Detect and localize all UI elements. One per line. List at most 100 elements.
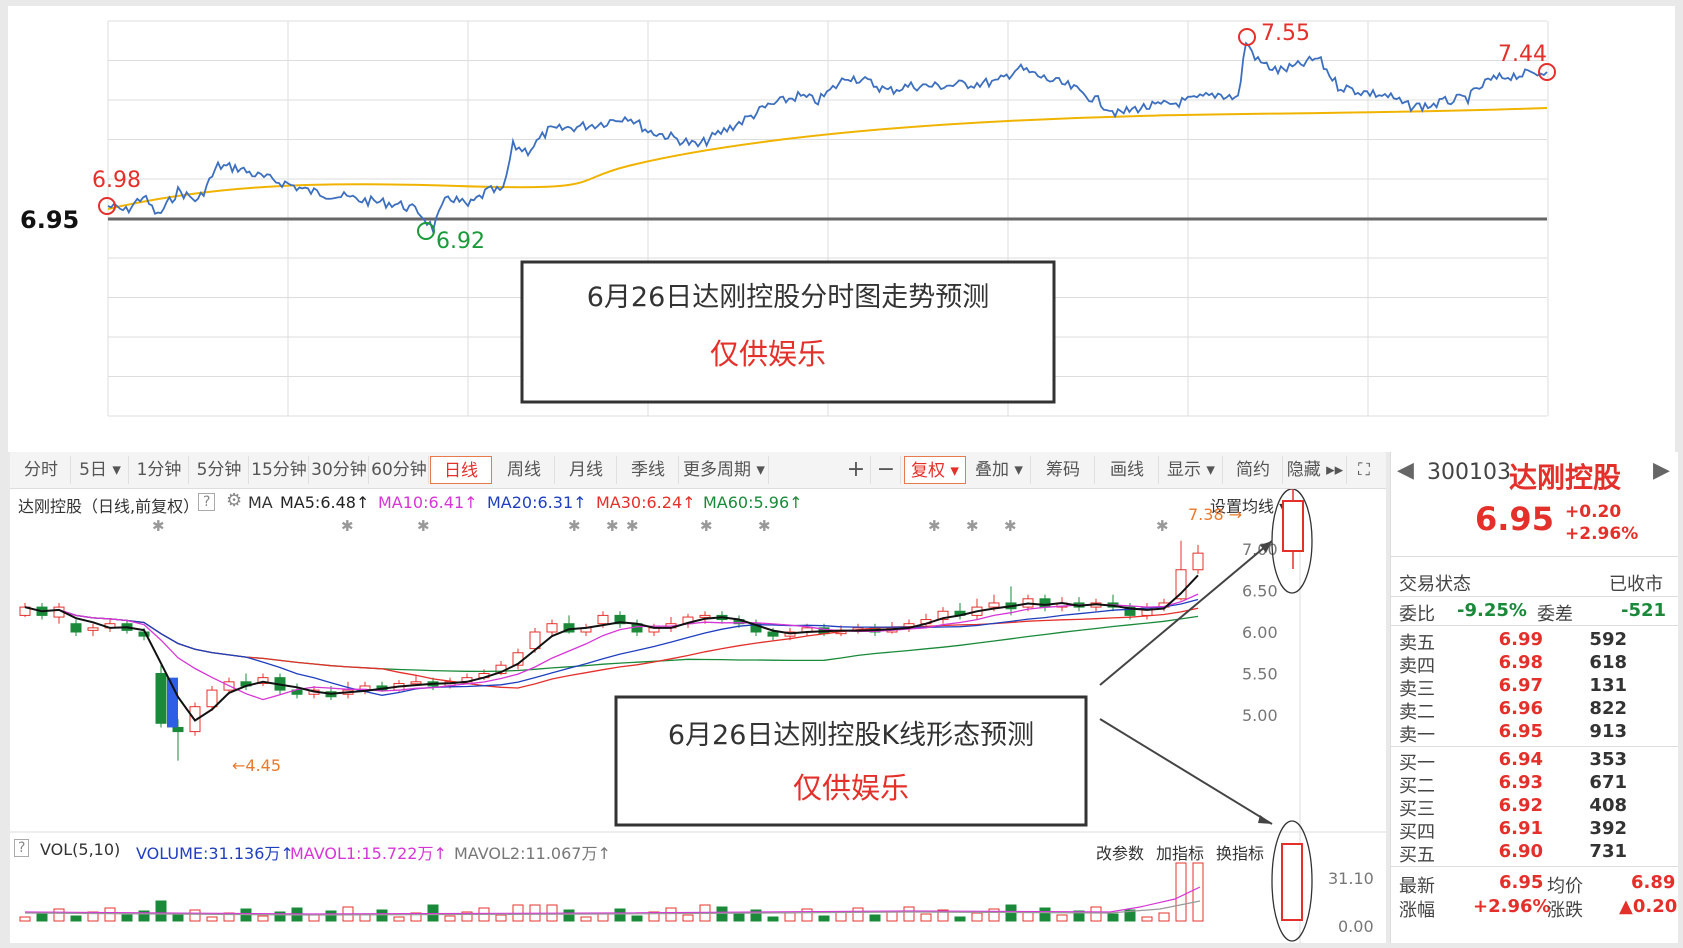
status-label: 交易状态 [1399,574,1471,595]
volume-bar [36,912,48,922]
kline-high-label: 7.38 → [1188,505,1242,524]
ask-vol: 618 [1589,652,1627,673]
chg-value: ▲0.20 [1619,896,1678,917]
tab-5day[interactable]: 5日 ▾ [72,456,129,484]
bid-price: 6.92 [1498,795,1543,816]
change-params-button[interactable]: 改参数 [1096,840,1144,864]
hide-button[interactable]: 隐藏 ▸▸ [1284,456,1347,484]
tab-60min[interactable]: 60分钟 [370,456,429,484]
volume-bar [563,909,575,922]
event-marker: ✱ [626,517,639,535]
quote-divider [1391,866,1678,867]
avg-label: 均价 [1547,876,1583,897]
weicha-value: -521 [1621,600,1667,621]
overlay-dropdown[interactable]: 叠加 ▾ [968,456,1031,484]
zoom-in-button[interactable]: + [842,456,871,484]
quote-divider [1391,625,1678,626]
ask-row: 卖五 6.99 592 [1399,629,1669,654]
tab-monthly[interactable]: 月线 [556,456,617,484]
intraday-plot: 6.98 6.92 7.55 7.44 6.95 6月26日达刚控股分时图走势预… [20,20,1556,417]
tab-quarterly[interactable]: 季线 [618,456,679,484]
fuquan-dropdown[interactable]: 复权 ▾ [904,456,966,484]
intraday-box-title: 6月26日达刚控股分时图走势预测 [587,282,990,313]
volume-bar [1158,912,1170,922]
ask-row: 卖三 6.97 131 [1399,675,1669,700]
quote-divider [1391,596,1678,597]
tab-weekly[interactable]: 周线 [494,456,555,484]
candle-body [155,673,167,724]
switch-indicator-button[interactable]: 换指标 [1216,840,1264,864]
stock-code: 300103 [1427,460,1511,485]
mavol2-value: MAVOL2:11.067万↑ [454,844,611,863]
volume-tick-bottom: 0.00 [1338,917,1374,936]
ask-price: 6.95 [1498,721,1543,742]
kline-panel: 达刚控股（日线,前复权） ? ⚙ MA MA5:6.48↑ MA10:6.41↑… [10,489,1386,943]
weibi-value: -9.25% [1457,600,1527,621]
open-label: 6.98 [92,168,141,193]
volume-help-icon[interactable]: ? [14,839,30,857]
volume-bar [257,915,269,922]
event-marker: ✱ [606,517,619,535]
volume-bar [682,914,694,922]
ma30-line [24,606,1199,689]
quote-divider [1391,556,1678,557]
volume-bar [580,916,592,922]
candle-body [172,726,184,733]
volume-bar [1175,862,1187,922]
volume-bar [818,915,830,922]
candle-body [767,631,779,637]
tab-5min[interactable]: 5分钟 [190,456,249,484]
next-stock-icon[interactable]: ▶ [1653,458,1670,483]
volume-bar [1141,916,1153,922]
add-indicator-button[interactable]: 加指标 [1156,840,1204,864]
bid-price: 6.94 [1498,749,1543,770]
chips-button[interactable]: 筹码 [1032,456,1095,484]
stock-name: 达刚控股 [1509,461,1622,494]
candle-body [70,623,82,633]
period-toolbar: 分时 5日 ▾ 1分钟 5分钟 15分钟 30分钟 60分钟 日线 周线 月线 … [10,452,1386,489]
tab-1min[interactable]: 1分钟 [130,456,189,484]
volume-bar [172,913,184,922]
kline-plot: ✱ ✱ ✱ ✱ ✱ ✱ ✱ ✱ ✱ ✱ ✱ ✱ 7.006.506.005.505.00 7.38 →… [10,489,1386,943]
volume-value: VOLUME:31.136万↑ [136,844,294,863]
ma10-line [24,593,1199,701]
volume-bar [733,913,745,922]
volume-bar [988,908,1000,922]
bid-row: 买五 6.90 731 [1399,841,1669,866]
event-marker: ✱ [417,517,430,535]
low-label: 6.92 [436,229,485,254]
display-dropdown[interactable]: 显示 ▾ [1160,456,1223,484]
tab-fenshi[interactable]: 分时 [12,456,71,484]
tab-daily[interactable]: 日线 [430,456,492,484]
draw-button[interactable]: 画线 [1096,456,1159,484]
volume-bar [869,914,881,922]
event-marker: ✱ [152,517,165,535]
candle-body [1192,552,1204,571]
price-change-pct: +2.96% [1565,524,1639,544]
weicha-label: 委差 [1537,604,1573,625]
prev-stock-icon[interactable]: ◀ [1397,458,1414,483]
simple-button[interactable]: 简约 [1224,456,1283,484]
forecast-arrowhead-down [1258,815,1272,824]
bid-vol: 671 [1589,772,1627,793]
tab-15min[interactable]: 15分钟 [250,456,309,484]
volume-bar [206,916,218,922]
pct-label: 涨幅 [1399,900,1435,921]
volume-bar [1090,906,1102,922]
fullscreen-icon[interactable]: ⛶ [1348,456,1380,484]
bid-vol: 392 [1589,818,1627,839]
event-marker: ✱ [1004,517,1017,535]
tab-30min[interactable]: 30分钟 [310,456,369,484]
forecast-volume-bar [1281,843,1303,921]
vol-label: VOL(5,10) [40,840,121,859]
volume-bar [1039,907,1051,922]
event-marker: ✱ [1156,517,1169,535]
bid-row: 买一 6.94 353 [1399,749,1669,774]
ask-price: 6.99 [1498,629,1543,650]
status-value: 已收市 [1609,574,1663,595]
volume-bar [1107,913,1119,922]
volume-tick-top: 31.10 [1328,869,1374,888]
quote-panel: ◀ 300103 达刚控股 ▶ 6.95 +0.20 +2.96% 交易状态 已… [1390,452,1678,943]
zoom-out-button[interactable]: − [872,456,901,484]
tab-more-periods[interactable]: 更多周期 ▾ [680,456,769,484]
